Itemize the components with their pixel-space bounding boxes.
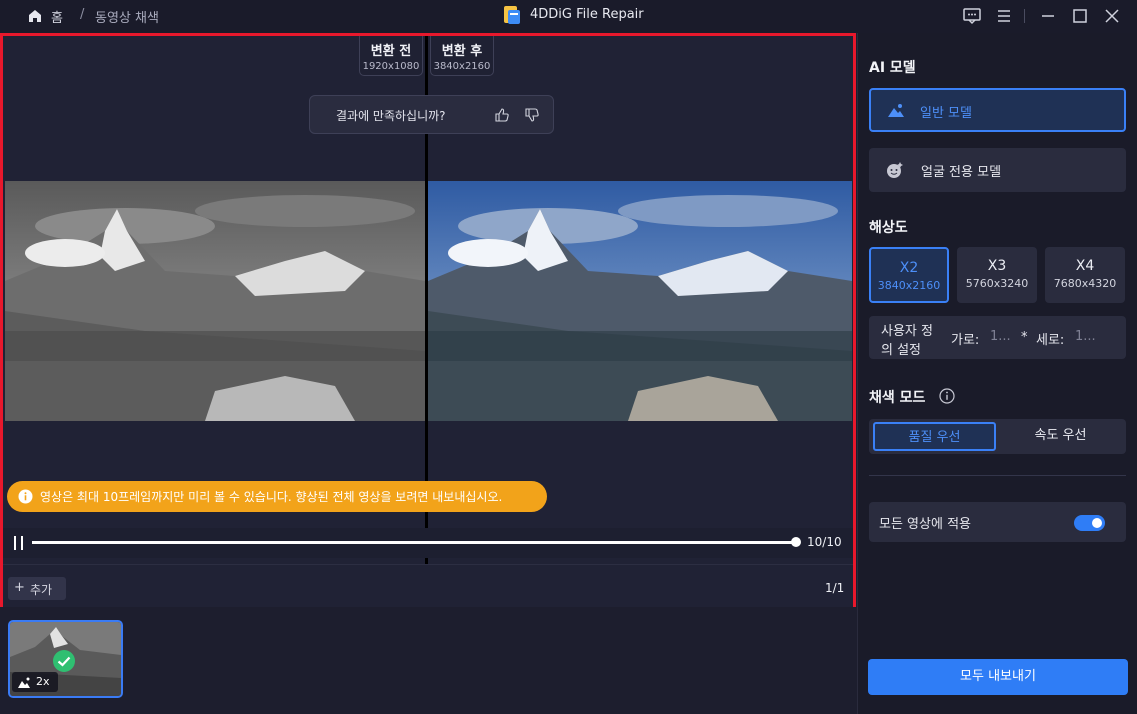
color-mode-switch: 품질 우선 속도 우선: [869, 419, 1126, 454]
resolution-x2-label: X2: [899, 260, 919, 276]
custom-label-line1: 사용자 정: [881, 324, 933, 339]
scale-badge: 2x: [12, 672, 58, 692]
after-resolution: 3840x2160: [433, 61, 491, 72]
general-model-label: 일반 모델: [920, 106, 972, 121]
plus-icon: +: [14, 580, 25, 595]
feedback-question: 결과에 만족하십니까?: [336, 109, 446, 123]
info-icon: [18, 489, 33, 504]
custom-resolution-row: 사용자 정 의 설정 가로: 1... * 세로: 1...: [869, 316, 1126, 359]
resolution-x2-option[interactable]: X2 3840x2160: [869, 247, 949, 303]
maximize-icon[interactable]: [1070, 6, 1092, 26]
resolution-title: 해상도: [869, 220, 908, 236]
quality-mode-button[interactable]: 품질 우선: [873, 422, 996, 451]
before-tag: 변환 전 1920x1080: [359, 36, 423, 76]
height-input[interactable]: 1...: [1075, 329, 1096, 344]
before-label: 변환 전: [370, 44, 412, 59]
pause-icon[interactable]: [12, 535, 26, 555]
menu-icon[interactable]: [994, 6, 1016, 26]
after-label: 변환 후: [441, 44, 483, 59]
preview-notice: 영상은 최대 10프레임까지만 미리 볼 수 있습니다. 향상된 전체 영상을 …: [7, 481, 547, 512]
times-sign: *: [1021, 330, 1028, 345]
resolution-x4-option[interactable]: X4 7680x4320: [1045, 247, 1125, 303]
thumbs-down-icon[interactable]: [525, 108, 539, 125]
height-label: 세로:: [1036, 333, 1065, 348]
preview-panel: 변환 전 1920x1080 변환 후 3840x2160 결과에 만족하십니까…: [0, 33, 856, 607]
page-counter: 1/1: [825, 581, 845, 595]
feedback-icon[interactable]: [962, 6, 984, 26]
general-model-option[interactable]: 일반 모델: [869, 88, 1126, 132]
before-resolution: 1920x1080: [362, 61, 420, 72]
app-title: 4DDiG File Repair: [530, 7, 644, 22]
speed-mode-button[interactable]: 속도 우선: [999, 422, 1122, 451]
resolution-x3-label: X3: [987, 258, 1007, 274]
breadcrumb-separator: /: [80, 7, 85, 22]
video-thumbnail[interactable]: 2x: [8, 620, 123, 698]
landscape-icon: [887, 102, 905, 124]
apply-all-label: 모든 영상에 적용: [879, 517, 971, 532]
breadcrumb-current: 동영상 채색: [95, 11, 159, 26]
add-label: 추가: [30, 583, 53, 597]
color-mode-title: 채색 모드: [869, 390, 926, 406]
resolution-x4-size: 7680x4320: [1053, 277, 1117, 290]
face-model-label: 얼굴 전용 모델: [921, 165, 1002, 180]
panel-divider: [869, 475, 1126, 476]
progress-handle[interactable]: [791, 537, 801, 547]
resolution-x3-size: 5760x3240: [965, 277, 1029, 290]
color-mode-info-icon[interactable]: [939, 388, 955, 408]
thumbs-up-icon[interactable]: [495, 108, 509, 125]
width-input[interactable]: 1...: [990, 329, 1011, 344]
resolution-x2-size: 3840x2160: [877, 279, 941, 292]
minimize-icon[interactable]: [1038, 6, 1060, 26]
close-icon[interactable]: [1102, 6, 1124, 26]
image-icon: [17, 675, 31, 694]
custom-label-line2: 의 설정: [881, 343, 922, 358]
title-bar: 홈 / 동영상 채색 4DDiG File Repair: [0, 0, 1137, 33]
thumbnail-strip: 2x: [0, 610, 857, 714]
width-label: 가로:: [951, 333, 980, 348]
playback-bar: 10/10: [3, 528, 853, 558]
after-tag: 변환 후 3840x2160: [430, 36, 494, 76]
apply-all-toggle[interactable]: [1074, 515, 1105, 531]
settings-panel: AI 모델 일반 모델 얼굴 전용 모델 해상도 X2 3840x2160 X3…: [857, 33, 1137, 714]
after-image: [428, 181, 852, 421]
notice-text: 영상은 최대 10프레임까지만 미리 볼 수 있습니다. 향상된 전체 영상을 …: [40, 490, 503, 504]
frame-counter: 10/10: [807, 535, 842, 549]
home-link[interactable]: 홈: [51, 7, 63, 26]
before-image: [5, 181, 425, 421]
preview-footer: + 추가 1/1: [3, 564, 853, 607]
scale-label: 2x: [36, 675, 50, 688]
face-model-option[interactable]: 얼굴 전용 모델: [869, 148, 1126, 192]
export-all-button[interactable]: 모두 내보내기: [868, 659, 1128, 695]
face-icon: [886, 161, 904, 183]
ai-model-title: AI 모델: [869, 60, 916, 76]
progress-fill: [32, 541, 796, 544]
feedback-box: 결과에 만족하십니까?: [309, 95, 554, 134]
app-logo-icon: [502, 4, 522, 30]
resolution-x3-option[interactable]: X3 5760x3240: [957, 247, 1037, 303]
progress-track[interactable]: [32, 541, 796, 544]
home-icon[interactable]: [27, 8, 43, 28]
resolution-x4-label: X4: [1075, 258, 1095, 274]
add-button[interactable]: + 추가: [8, 577, 66, 600]
titlebar-divider: [1024, 9, 1025, 23]
